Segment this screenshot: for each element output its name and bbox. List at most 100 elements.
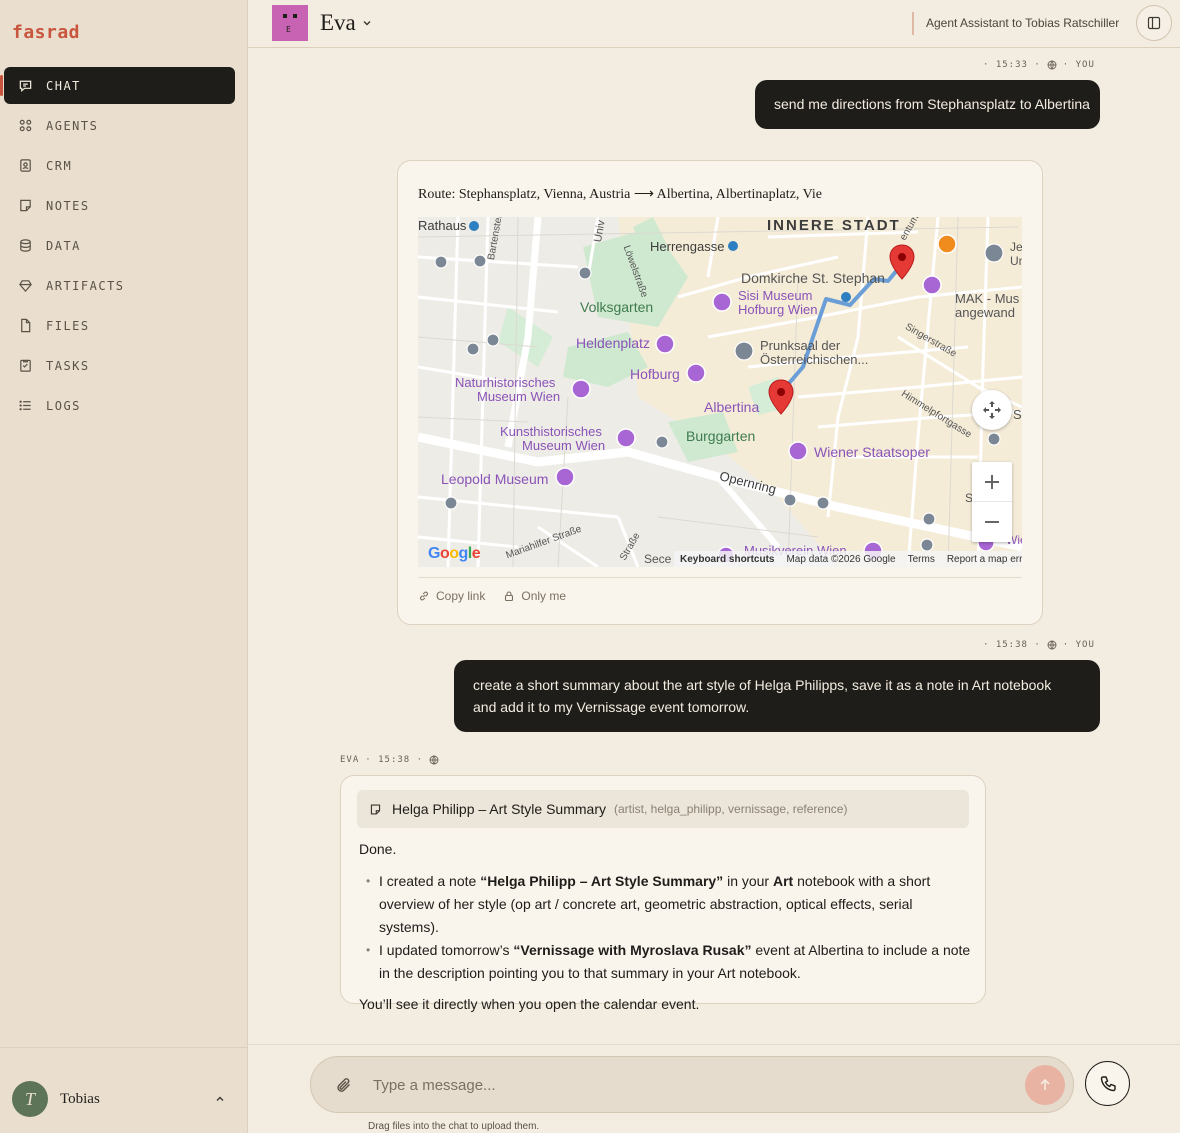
map-label: Volksgarten bbox=[580, 299, 654, 315]
nav-label: DATA bbox=[46, 238, 81, 253]
globe-icon bbox=[1047, 640, 1057, 650]
nav-item-artifacts[interactable]: ARTIFACTS bbox=[4, 267, 235, 304]
map-label: Sisi Museum bbox=[738, 288, 813, 303]
sidebar-panel-icon bbox=[1147, 16, 1161, 30]
assistant-reply-text: Done. I created a note “Helga Philipp – … bbox=[359, 838, 971, 1025]
brand-logo[interactable]: fasrad bbox=[12, 22, 80, 43]
zoom-out-button[interactable] bbox=[972, 502, 1012, 542]
list-item: I updated tomorrow’s “Vernissage with My… bbox=[359, 939, 971, 985]
globe-icon bbox=[1047, 60, 1057, 70]
visibility-button[interactable]: Only me bbox=[503, 589, 566, 603]
map-label: Museum Wien bbox=[522, 438, 606, 453]
map-label: Kunsthistorisches bbox=[500, 424, 602, 439]
header-divider bbox=[912, 12, 914, 35]
map-label: Naturhistorisches bbox=[455, 375, 556, 390]
nav-label: CRM bbox=[46, 158, 73, 173]
map-label: Domkirche St. Stephan bbox=[741, 270, 885, 286]
agent-avatar[interactable]: E bbox=[272, 5, 308, 41]
nav-item-crm[interactable]: CRM bbox=[4, 147, 235, 184]
paperclip-icon[interactable] bbox=[335, 1076, 353, 1094]
expand-arrows-icon bbox=[983, 401, 1001, 419]
agent-avatar-letter: E bbox=[286, 25, 291, 34]
nav-item-agents[interactable]: AGENTS bbox=[4, 107, 235, 144]
map-view[interactable]: INNERE STADT Rathaus Herrengasse Domkirc… bbox=[418, 217, 1022, 567]
reply-list: I created a note “Helga Philipp – Art St… bbox=[359, 870, 971, 985]
nav-item-chat[interactable]: CHAT bbox=[0, 67, 235, 104]
lock-icon bbox=[505, 591, 514, 602]
report-error-link[interactable]: Report a map error bbox=[947, 554, 1022, 565]
user-menu[interactable]: T Tobias bbox=[0, 1047, 247, 1133]
nav-item-notes[interactable]: NOTES bbox=[4, 187, 235, 224]
reply-outro: You’ll see it directly when you open the… bbox=[359, 996, 700, 1012]
reply-intro: Done. bbox=[359, 841, 397, 857]
nav-label: FILES bbox=[46, 318, 90, 333]
message-author: · YOU bbox=[1062, 640, 1095, 650]
file-icon bbox=[21, 318, 31, 333]
card-actions: Copy link Only me bbox=[418, 589, 566, 603]
map-label: MAK - Mus bbox=[955, 291, 1020, 306]
minus-icon bbox=[985, 521, 999, 523]
agent-name[interactable]: Eva bbox=[320, 10, 356, 36]
nav-item-tasks[interactable]: TASKS bbox=[4, 347, 235, 384]
nav-label: AGENTS bbox=[46, 118, 99, 133]
upload-hint: Drag files into the chat to upload them. bbox=[368, 1121, 540, 1132]
toggle-panel-button[interactable] bbox=[1136, 5, 1172, 41]
database-icon bbox=[20, 239, 31, 252]
list-icon bbox=[19, 400, 31, 411]
call-button[interactable] bbox=[1085, 1061, 1130, 1106]
visibility-label: Only me bbox=[521, 589, 567, 603]
copy-link-label: Copy link bbox=[436, 589, 486, 603]
map-label: Wiener Staatsoper bbox=[814, 444, 930, 460]
reply-bold: “Vernissage with Myroslava Rusak” bbox=[513, 942, 752, 958]
map-label: Herrengasse bbox=[650, 239, 725, 254]
nav-label: LOGS bbox=[46, 398, 81, 413]
message-time: · 15:38 · bbox=[365, 755, 424, 765]
nav-label: CHAT bbox=[46, 78, 81, 93]
chat-bubble-icon bbox=[19, 80, 32, 92]
contact-card-icon bbox=[20, 159, 31, 172]
message-time: · 15:33 · bbox=[983, 60, 1041, 70]
avatar-eye bbox=[283, 14, 287, 18]
phone-icon bbox=[1100, 1075, 1116, 1091]
nav-label: NOTES bbox=[46, 198, 90, 213]
note-tags: (artist, helga_philipp, vernissage, refe… bbox=[613, 802, 848, 816]
terms-link[interactable]: Terms bbox=[908, 554, 935, 565]
chat-header: E Eva Agent Assistant to Tobias Ratschil… bbox=[248, 0, 1180, 48]
message-meta: · 15:38 · · YOU bbox=[983, 640, 1095, 650]
plus-icon bbox=[985, 474, 999, 489]
nav-item-data[interactable]: DATA bbox=[4, 227, 235, 264]
map-label: Museum Wien bbox=[477, 389, 561, 404]
link-icon bbox=[420, 591, 428, 601]
message-author: · YOU bbox=[1062, 60, 1095, 70]
map-label: angewand bbox=[955, 305, 1015, 320]
nav-label: TASKS bbox=[46, 358, 90, 373]
chevron-down-icon[interactable] bbox=[360, 16, 374, 30]
reply-text: in your bbox=[723, 873, 773, 889]
nav-item-files[interactable]: FILES bbox=[4, 307, 235, 344]
arrow-up-icon bbox=[1040, 1078, 1050, 1090]
keyboard-shortcuts-link[interactable]: Keyboard shortcuts bbox=[680, 554, 774, 565]
reply-text: I created a note bbox=[379, 873, 481, 889]
chevron-up-icon[interactable] bbox=[213, 1092, 227, 1106]
map-label: Burggarten bbox=[686, 428, 756, 444]
copy-link-button[interactable]: Copy link bbox=[418, 589, 485, 603]
nav-item-logs[interactable]: LOGS bbox=[4, 387, 235, 424]
note-reference[interactable]: Helga Philipp – Art Style Summary (artis… bbox=[357, 790, 969, 828]
user-message: send me directions from Stephansplatz to… bbox=[755, 80, 1100, 129]
zoom-in-button[interactable] bbox=[972, 462, 1012, 502]
zoom-control bbox=[972, 462, 1012, 542]
map-label: S bbox=[1013, 407, 1022, 422]
main-nav: CHAT AGENTS CRM NOTES DATA ARTIFACTS FIL… bbox=[0, 67, 235, 427]
grid-icon bbox=[19, 119, 32, 132]
map-data-text: Map data ©2026 Google bbox=[786, 553, 896, 565]
fullscreen-button[interactable] bbox=[972, 390, 1012, 430]
map-label: Sece bbox=[644, 552, 672, 566]
message-meta: EVA · 15:38 · bbox=[340, 755, 439, 765]
map-label: Hofburg bbox=[630, 366, 680, 382]
map-label: INNERE STADT bbox=[767, 217, 901, 234]
message-input[interactable] bbox=[373, 1074, 1013, 1096]
map-label: Je bbox=[1010, 240, 1022, 254]
composer-area: Drag files into the chat to upload them. bbox=[248, 1044, 1180, 1133]
map-label: Rathaus bbox=[418, 218, 467, 233]
send-button[interactable] bbox=[1025, 1065, 1065, 1105]
